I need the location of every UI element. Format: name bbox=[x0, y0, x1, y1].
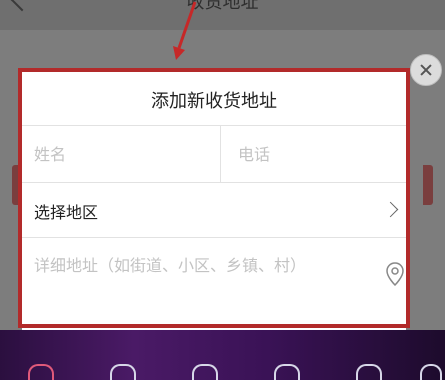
background-page-title: 收货地址 bbox=[186, 0, 259, 13]
taskbar-app-icon[interactable] bbox=[192, 364, 218, 380]
divider-vertical bbox=[220, 126, 221, 182]
divider bbox=[22, 125, 406, 126]
chevron-right-icon bbox=[382, 201, 399, 218]
background-button-edge-left bbox=[12, 165, 22, 205]
name-input[interactable] bbox=[34, 142, 210, 166]
taskbar-app-icon[interactable] bbox=[28, 364, 54, 380]
taskbar-app-icon[interactable] bbox=[274, 364, 300, 380]
phone-input[interactable] bbox=[238, 142, 398, 166]
region-label: 选择地区 bbox=[34, 203, 99, 222]
add-address-dialog: 添加新收货地址 选择地区 bbox=[22, 72, 406, 330]
detailed-address-input[interactable] bbox=[34, 252, 374, 312]
divider bbox=[22, 237, 406, 238]
location-pin-icon[interactable] bbox=[386, 262, 404, 286]
divider bbox=[22, 182, 406, 183]
taskbar-app-icon[interactable] bbox=[356, 364, 382, 380]
dialog-title: 添加新收货地址 bbox=[151, 91, 277, 112]
background-button-edge-right bbox=[423, 165, 433, 205]
region-selector[interactable]: 选择地区 bbox=[34, 184, 400, 236]
taskbar-app-icon[interactable] bbox=[420, 364, 442, 380]
annotation-arrow-icon bbox=[173, 1, 197, 60]
background-header: 收货地址 bbox=[0, 0, 445, 30]
taskbar-app-icon[interactable] bbox=[110, 364, 136, 380]
taskbar bbox=[0, 330, 445, 380]
close-button[interactable] bbox=[410, 54, 442, 86]
